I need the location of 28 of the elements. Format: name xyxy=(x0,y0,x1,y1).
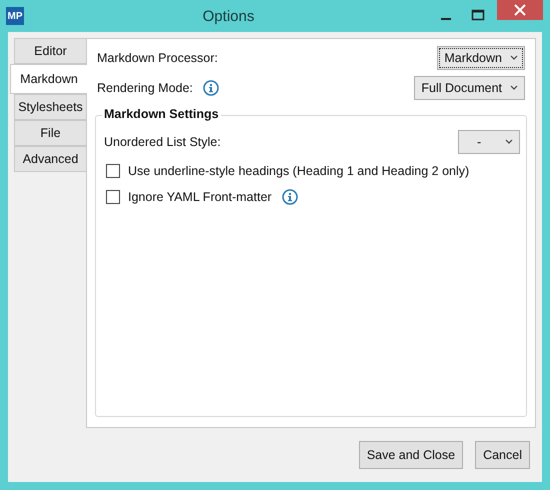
tab[interactable]: Editor xyxy=(14,38,86,64)
chevron-down-icon xyxy=(510,85,518,91)
close-icon xyxy=(514,4,526,16)
checkbox[interactable] xyxy=(106,164,120,178)
tab[interactable]: Stylesheets xyxy=(14,94,86,120)
setting-label: Unordered List Style: xyxy=(104,135,221,149)
dropdown-value: - xyxy=(477,135,482,149)
dropdown[interactable]: Markdown xyxy=(437,46,525,70)
checkbox[interactable] xyxy=(106,190,120,204)
tab[interactable]: Advanced xyxy=(14,146,86,172)
setting-label: Rendering Mode: xyxy=(97,81,193,95)
tab[interactable]: File xyxy=(14,120,86,146)
dropdown[interactable]: Full Document xyxy=(414,76,525,100)
chevron-down-icon xyxy=(510,55,518,61)
dialog-button[interactable]: Save and Close xyxy=(358,441,464,469)
group-title: Markdown Settings xyxy=(102,107,221,121)
chevron-down-icon xyxy=(505,139,513,145)
setting-label: Markdown Processor: xyxy=(97,51,218,65)
dialog-button[interactable]: Cancel xyxy=(475,441,530,469)
close-button[interactable] xyxy=(497,0,543,20)
info-icon[interactable] xyxy=(202,80,219,96)
info-icon[interactable] xyxy=(282,189,298,205)
window-title: Options xyxy=(202,8,256,24)
checkbox-label: Use underline-style headings (Heading 1 and Heading 2 only) xyxy=(128,164,470,178)
dropdown[interactable]: - xyxy=(458,130,520,154)
tab[interactable]: Markdown xyxy=(10,64,87,94)
app-logo: MP xyxy=(6,7,24,25)
checkbox-label: Ignore YAML Front-matter xyxy=(128,190,272,204)
